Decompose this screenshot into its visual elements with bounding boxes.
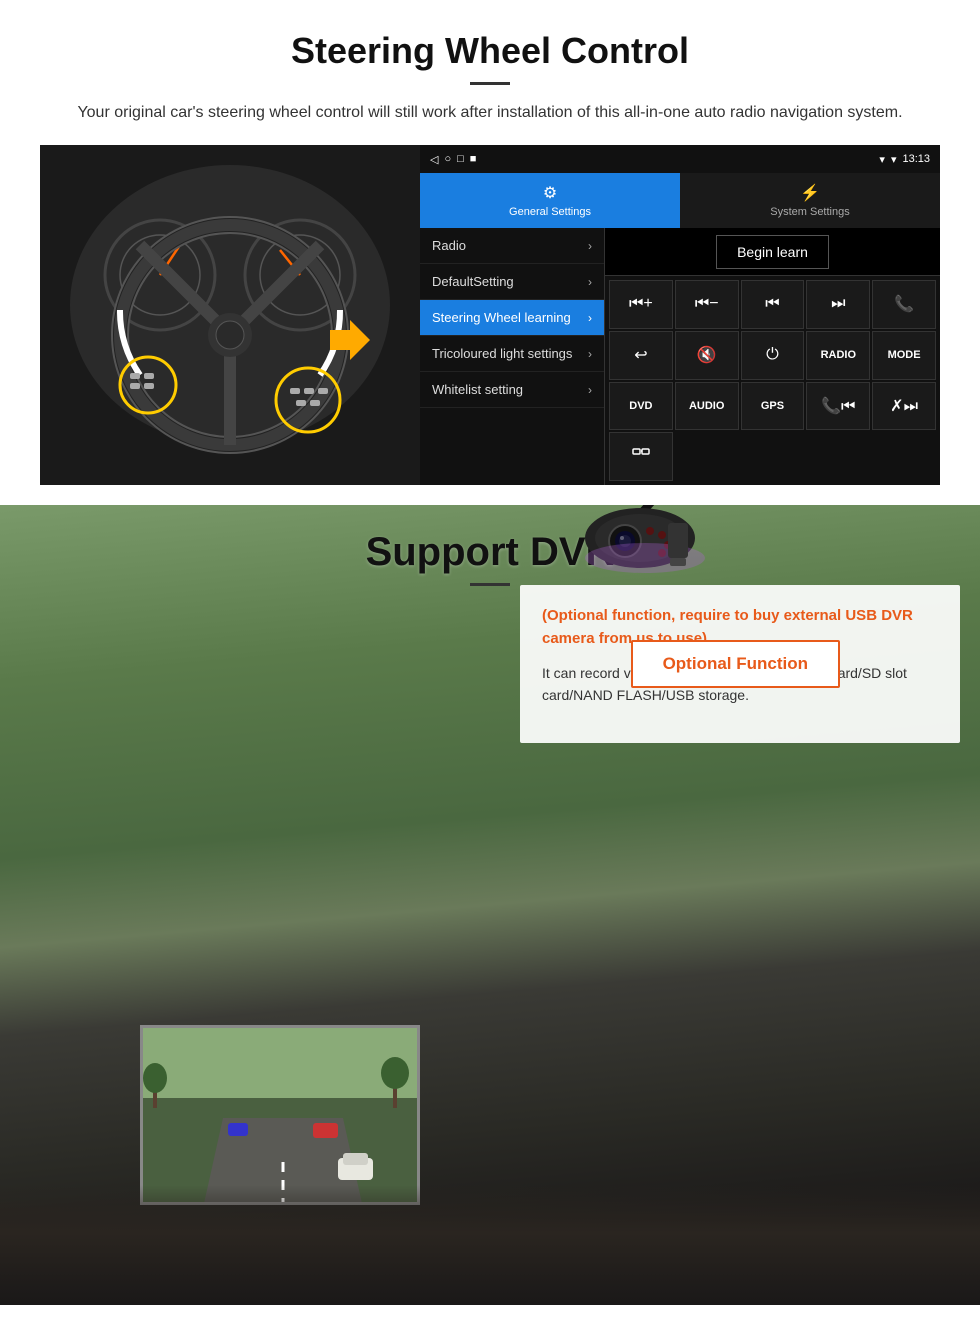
- optional-function-button[interactable]: Optional Function: [631, 640, 840, 688]
- ctrl-vol-down[interactable]: ⏮−: [675, 280, 739, 329]
- ctrl-vol-up[interactable]: ⏮+: [609, 280, 673, 329]
- ctrl-dvd[interactable]: DVD: [609, 382, 673, 431]
- dvr-inset-screen: [140, 1025, 420, 1205]
- menu-arrow: ›: [588, 239, 592, 253]
- dvr-info-box: (Optional function, require to buy exter…: [520, 585, 960, 743]
- tab-system-settings[interactable]: ⚡ System Settings: [680, 173, 940, 228]
- steering-composite: ◁ ○ □ ■ ▾ ▾ 13:13 ⚙ General Settings: [40, 145, 940, 485]
- nav-icons: ◁ ○ □ ■: [430, 153, 476, 166]
- menu-arrow-4: ›: [588, 347, 592, 361]
- status-bar: ◁ ○ □ ■ ▾ ▾ 13:13: [420, 145, 940, 173]
- ctrl-gps[interactable]: GPS: [741, 382, 805, 431]
- steering-photo: [40, 145, 420, 485]
- menu-arrow-5: ›: [588, 383, 592, 397]
- ctrl-back[interactable]: ↩: [609, 331, 673, 380]
- android-menu: Radio › DefaultSetting › Steering Wheel …: [420, 228, 605, 485]
- begin-learn-area: Begin learn: [605, 228, 940, 276]
- menu-whitelist-label: Whitelist setting: [432, 382, 523, 397]
- tab-system-label: System Settings: [770, 206, 849, 218]
- ctrl-phone[interactable]: 📞: [872, 280, 936, 329]
- dvr-section: Support DVR: [0, 505, 980, 1305]
- steering-section: Steering Wheel Control Your original car…: [0, 0, 980, 505]
- menu-radio[interactable]: Radio ›: [420, 228, 604, 264]
- ctrl-mute[interactable]: 🔇: [675, 331, 739, 380]
- tab-general-label: General Settings: [509, 206, 591, 218]
- dvr-camera-illustration: [550, 505, 930, 583]
- menu-arrow-3: ›: [588, 311, 592, 325]
- status-right: ▾ ▾ 13:13: [879, 153, 930, 166]
- ctrl-end-next[interactable]: ✗⏭: [872, 382, 936, 431]
- menu-steering-label: Steering Wheel learning: [432, 310, 571, 325]
- android-panel: Begin learn ⏮+ ⏮− ⏮ ⏭ 📞 ↩ 🔇 ⏻ RADIO MODE: [605, 228, 940, 485]
- time-display: 13:13: [902, 153, 930, 165]
- back-icon: ◁: [430, 153, 438, 166]
- ctrl-extra[interactable]: [609, 432, 673, 481]
- ctrl-power[interactable]: ⏻: [741, 331, 805, 380]
- menu-default-label: DefaultSetting: [432, 274, 514, 289]
- dashboard-bottom: [0, 1185, 980, 1305]
- menu-arrow-2: ›: [588, 275, 592, 289]
- tab-general-settings[interactable]: ⚙ General Settings: [420, 173, 680, 228]
- home-icon: ○: [444, 153, 451, 165]
- control-grid: ⏮+ ⏮− ⏮ ⏭ 📞 ↩ 🔇 ⏻ RADIO MODE DVD AUDIO G…: [605, 276, 940, 485]
- steering-description: Your original car's steering wheel contr…: [60, 101, 920, 125]
- system-icon: ⚡: [800, 183, 820, 203]
- android-ui: ◁ ○ □ ■ ▾ ▾ 13:13 ⚙ General Settings: [420, 145, 940, 485]
- dvr-footage: [143, 1028, 417, 1202]
- wifi-icon: ▾: [891, 153, 897, 166]
- begin-learn-button[interactable]: Begin learn: [716, 235, 829, 269]
- android-tabs: ⚙ General Settings ⚡ System Settings: [420, 173, 940, 228]
- ctrl-radio[interactable]: RADIO: [806, 331, 870, 380]
- menu-whitelist[interactable]: Whitelist setting ›: [420, 372, 604, 408]
- ctrl-next[interactable]: ⏭: [806, 280, 870, 329]
- menu-steering-wheel[interactable]: Steering Wheel learning ›: [420, 300, 604, 336]
- menu-default-setting[interactable]: DefaultSetting ›: [420, 264, 604, 300]
- android-content: Radio › DefaultSetting › Steering Wheel …: [420, 228, 940, 485]
- menu-tricoloured-label: Tricoloured light settings: [432, 346, 572, 361]
- menu-radio-label: Radio: [432, 238, 466, 253]
- title-divider: [470, 82, 510, 85]
- steering-title: Steering Wheel Control: [40, 30, 940, 72]
- ctrl-audio[interactable]: AUDIO: [675, 382, 739, 431]
- recents-icon: □: [457, 153, 464, 165]
- settings-icon: ⚙: [543, 183, 557, 203]
- ctrl-mode[interactable]: MODE: [872, 331, 936, 380]
- signal-icon: ▾: [879, 153, 885, 166]
- menu-icon: ■: [470, 153, 477, 165]
- ctrl-prev[interactable]: ⏮: [741, 280, 805, 329]
- ctrl-phone-prev[interactable]: 📞⏮: [806, 382, 870, 431]
- menu-tricoloured[interactable]: Tricoloured light settings ›: [420, 336, 604, 372]
- dvr-divider: [470, 583, 510, 586]
